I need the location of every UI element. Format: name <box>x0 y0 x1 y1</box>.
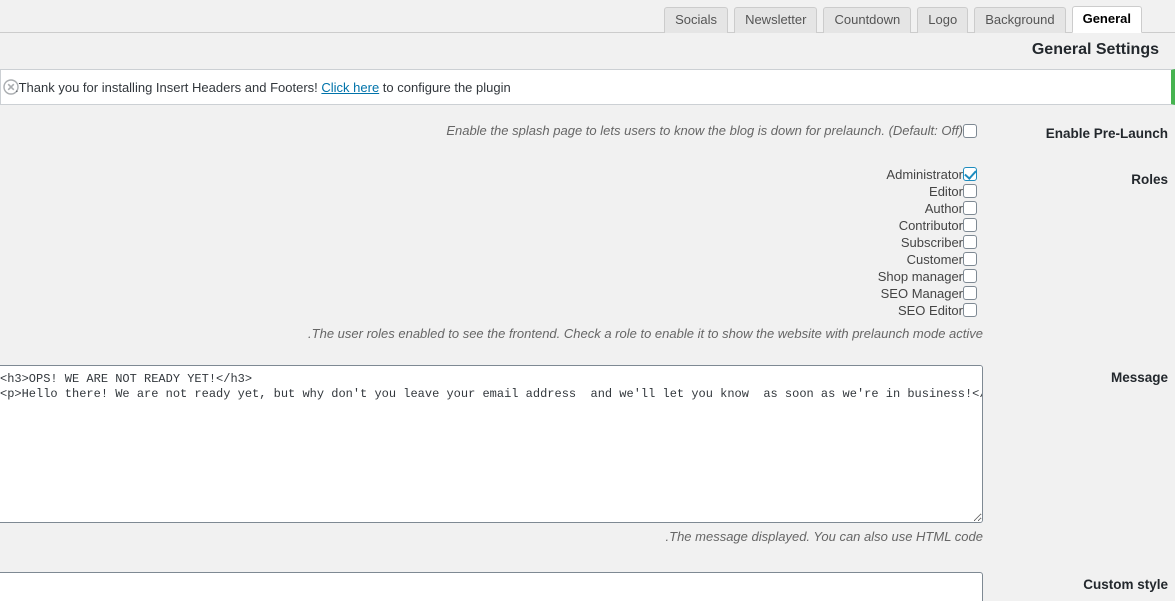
role-label-seo-editor: SEO Editor <box>897 302 963 318</box>
notice-text-before: .Thank you for installing Insert Headers… <box>15 79 322 95</box>
row-enable-pre-launch: Enable Pre-Launch Enable the splash page… <box>0 105 1175 163</box>
role-label-seo-manager: SEO Manager <box>880 285 963 301</box>
role-checkbox-seo-manager[interactable] <box>963 286 977 301</box>
row-message: Message .The message displayed. You can … <box>0 353 1175 558</box>
role-item-subscriber[interactable]: Subscriber <box>0 235 983 250</box>
tab-newsletter[interactable]: Newsletter <box>734 6 818 33</box>
plugin-notice: .Thank you for installing Insert Headers… <box>0 69 1175 105</box>
notice-configure-link[interactable]: Click here <box>321 80 379 95</box>
field-custom-style <box>0 562 993 601</box>
field-enable-pre-launch: Enable the splash page to lets users to … <box>0 105 993 152</box>
tab-socials[interactable]: Socials <box>664 6 729 33</box>
role-item-shop-manager[interactable]: Shop manager <box>0 269 983 284</box>
role-label-editor: Editor <box>929 183 963 199</box>
tab-general[interactable]: General <box>1071 5 1142 33</box>
label-custom-style: Custom style <box>1083 576 1168 592</box>
role-checkbox-customer[interactable] <box>963 252 977 267</box>
row-roles: Roles Administrator Editor Author Contri… <box>0 157 1175 355</box>
pre-launch-toggle-line: Enable the splash page to lets users to … <box>0 123 983 138</box>
role-label-shop-manager: Shop manager <box>877 268 963 284</box>
role-label-subscriber: Subscriber <box>900 234 963 250</box>
field-roles: Administrator Editor Author Contributor … <box>0 157 993 355</box>
role-item-seo-editor[interactable]: SEO Editor <box>0 303 983 318</box>
pre-launch-checkbox[interactable] <box>963 123 977 138</box>
tab-logo[interactable]: Logo <box>917 6 969 33</box>
page-title: General Settings <box>1031 41 1159 58</box>
role-checkbox-shop-manager[interactable] <box>963 269 977 284</box>
role-item-customer[interactable]: Customer <box>0 252 983 267</box>
role-checkbox-contributor[interactable] <box>963 218 977 233</box>
role-checkbox-administrator[interactable] <box>963 167 977 182</box>
role-checkbox-subscriber[interactable] <box>963 235 977 250</box>
tab-countdown[interactable]: Countdown <box>823 6 912 33</box>
message-description: .The message displayed. You can also use… <box>665 528 983 544</box>
message-textarea-wrap: .The message displayed. You can also use… <box>0 364 983 544</box>
role-label-administrator: Administrator <box>886 166 963 182</box>
role-label-author: Author <box>924 200 963 216</box>
custom-style-textarea-wrap <box>0 571 983 601</box>
role-label-customer: Customer <box>906 251 963 267</box>
role-item-seo-manager[interactable]: SEO Manager <box>0 286 983 301</box>
role-checkbox-author[interactable] <box>963 201 977 216</box>
custom-style-textarea[interactable] <box>0 571 983 601</box>
notice-text-after: to configure the plugin <box>379 79 511 95</box>
settings-tab-bar: Socials Newsletter Countdown Logo Backgr… <box>0 0 1175 33</box>
role-item-editor[interactable]: Editor <box>0 184 983 199</box>
dismiss-icon[interactable] <box>3 79 19 95</box>
page-title-row: General Settings <box>0 33 1175 65</box>
row-custom-style: Custom style <box>0 562 1175 601</box>
field-message: .The message displayed. You can also use… <box>0 353 993 558</box>
role-item-contributor[interactable]: Contributor <box>0 218 983 233</box>
label-enable-pre-launch: Enable Pre-Launch <box>1045 126 1168 141</box>
role-item-author[interactable]: Author <box>0 201 983 216</box>
tab-background[interactable]: Background <box>974 6 1066 33</box>
role-label-contributor: Contributor <box>898 217 963 233</box>
label-message: Message <box>1110 369 1168 385</box>
role-item-administrator[interactable]: Administrator <box>0 167 983 182</box>
roles-description: .The user roles enabled to see the front… <box>308 325 983 341</box>
notice-text: .Thank you for installing Insert Headers… <box>13 80 511 95</box>
message-textarea[interactable] <box>0 364 983 523</box>
role-checkbox-seo-editor[interactable] <box>963 303 977 318</box>
label-roles: Roles <box>1131 171 1168 187</box>
pre-launch-description: Enable the splash page to lets users to … <box>446 123 963 138</box>
settings-form: Enable Pre-Launch Enable the splash page… <box>0 105 1175 601</box>
role-checkbox-editor[interactable] <box>963 184 977 199</box>
